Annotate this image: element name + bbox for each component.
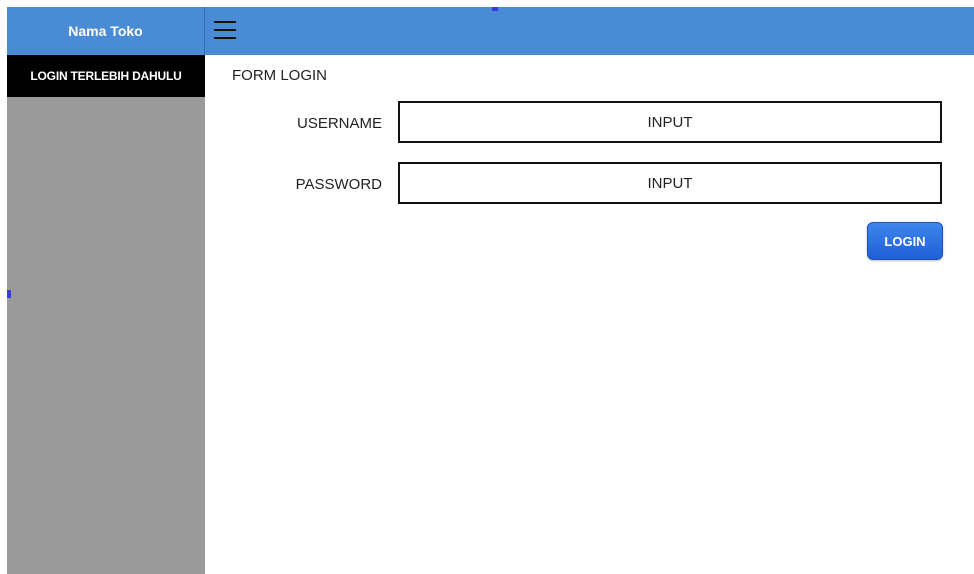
app-window: Nama Toko LOGIN TERLEBIH DAHULU FORM LOG… xyxy=(0,0,974,574)
sidebar: Nama Toko LOGIN TERLEBIH DAHULU xyxy=(7,7,205,574)
login-button[interactable]: LOGIN xyxy=(867,222,943,260)
top-edge-marker xyxy=(492,7,498,11)
password-input[interactable] xyxy=(398,162,942,204)
hamburger-menu-icon[interactable] xyxy=(214,21,236,41)
username-label: USERNAME xyxy=(296,115,382,132)
password-label: PASSWORD xyxy=(295,176,382,193)
top-navbar xyxy=(205,7,974,55)
sidebar-item-login-notice[interactable]: LOGIN TERLEBIH DAHULU xyxy=(7,55,205,97)
side-edge-marker xyxy=(7,290,11,298)
brand-title: Nama Toko xyxy=(7,7,205,55)
username-input[interactable] xyxy=(398,101,942,143)
form-title: FORM LOGIN xyxy=(232,67,328,84)
